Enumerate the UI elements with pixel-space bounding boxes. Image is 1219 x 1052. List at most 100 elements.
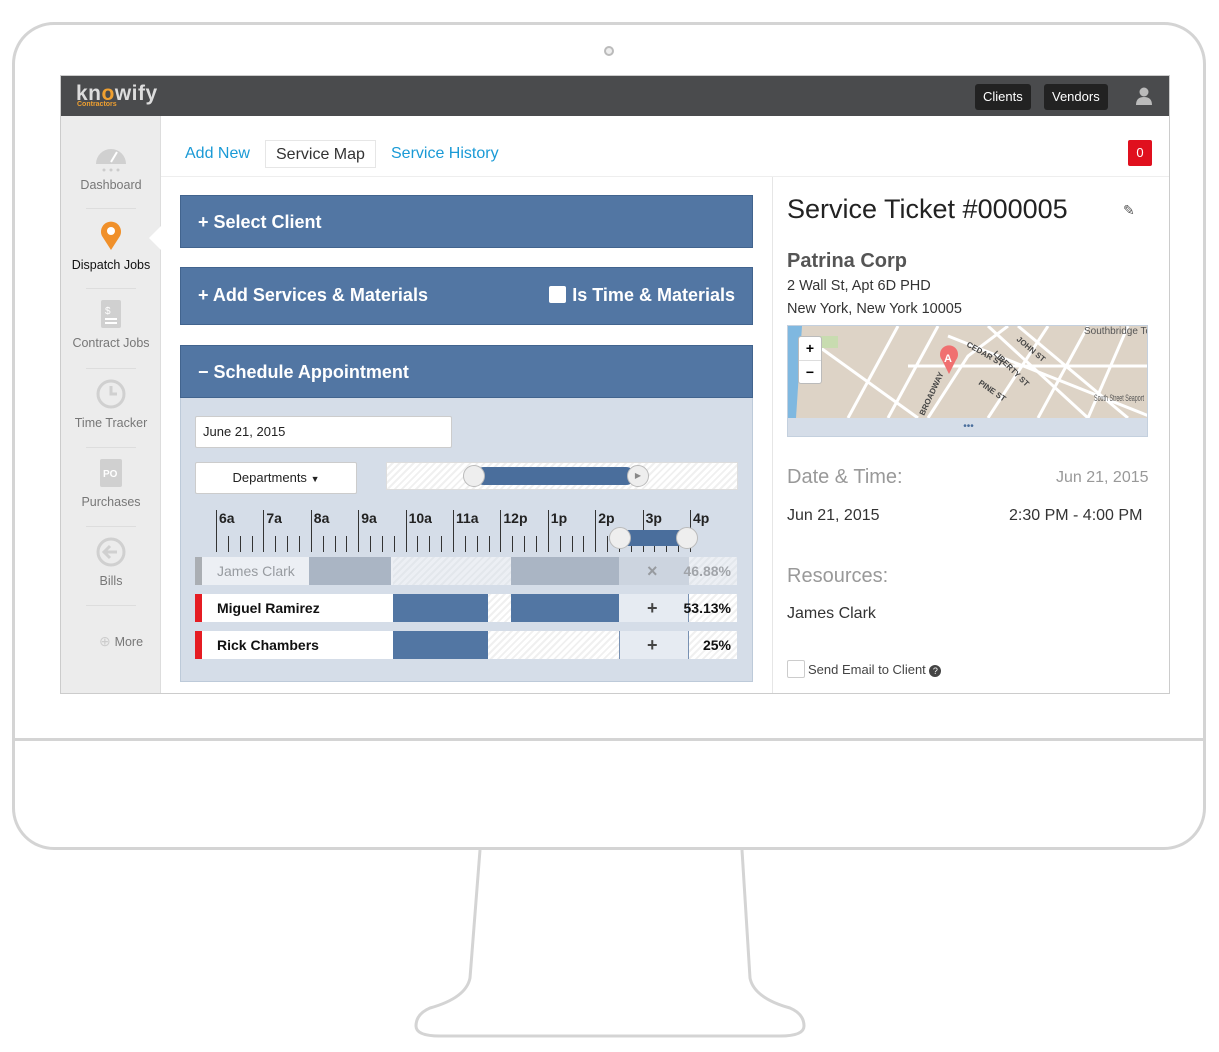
- divider: [86, 605, 136, 606]
- plus-circle-icon: ⊕: [98, 633, 115, 649]
- divider: [86, 288, 136, 289]
- ruler-tick: [595, 510, 597, 552]
- slider-range[interactable]: [475, 467, 635, 485]
- clients-button[interactable]: Clients: [975, 84, 1031, 110]
- sidebar-item-bills[interactable]: Bills: [61, 536, 161, 588]
- sidebar-item-contract-jobs[interactable]: $ Contract Jobs: [61, 298, 161, 350]
- send-email-option[interactable]: Send Email to Client ?: [787, 660, 942, 678]
- ruler-tick: [275, 536, 277, 552]
- address-line-1: 2 Wall St, Apt 6D PHD: [787, 278, 931, 294]
- map-label: Southbridge Towers: [1084, 326, 1148, 337]
- ruler-tick: [346, 536, 348, 552]
- vendors-button[interactable]: Vendors: [1044, 84, 1108, 110]
- sidebar: Dashboard Dispatch Jobs $ Contract Jobs T…: [61, 116, 161, 693]
- zoom-out-button[interactable]: −: [799, 361, 821, 384]
- notification-badge[interactable]: 0: [1128, 140, 1152, 166]
- time-materials-toggle[interactable]: Is Time & Materials: [549, 268, 735, 323]
- hour-label: 4p: [693, 510, 710, 526]
- resource-row-miguel-ramirez[interactable]: Miguel Ramirez + 53.13%: [195, 594, 737, 622]
- tab-add-new[interactable]: Add New: [175, 140, 260, 168]
- app-screen: knowify Contractors Clients Vendors Dash…: [60, 75, 1170, 694]
- service-map[interactable]: CEDAR ST JOHN ST LIBERTY ST PINE ST BROA…: [787, 325, 1148, 437]
- camera-icon: [604, 46, 614, 56]
- departments-dropdown[interactable]: Departments ▼: [195, 462, 357, 494]
- ruler-tick: [547, 510, 549, 552]
- hour-label: 9a: [361, 510, 377, 526]
- appointment-time: 2:30 PM - 4:00 PM: [1009, 507, 1143, 524]
- map-marker-a: A: [944, 353, 952, 365]
- map-tiles: CEDAR ST JOHN ST LIBERTY ST PINE ST BROA…: [788, 326, 1148, 418]
- plus-icon: +: [198, 212, 214, 232]
- hour-label: 11a: [456, 510, 479, 526]
- utilization-percent: 53.13%: [683, 600, 731, 616]
- busy-block: [309, 557, 391, 585]
- remove-icon[interactable]: ×: [647, 557, 658, 585]
- range-overview-slider[interactable]: ▶: [386, 462, 738, 490]
- ruler-tick: [298, 536, 300, 552]
- add-icon[interactable]: +: [647, 631, 658, 659]
- play-icon[interactable]: ▶: [627, 465, 649, 487]
- ruler-tick: [429, 536, 431, 552]
- monitor-chin-line: [14, 738, 1204, 741]
- resources-label: Resources:: [787, 565, 889, 587]
- monitor-stand: [414, 849, 806, 1038]
- range-handle-end[interactable]: [676, 527, 698, 549]
- edit-icon[interactable]: ✎: [1123, 202, 1135, 219]
- ruler-tick: [405, 510, 407, 552]
- sidebar-item-more[interactable]: ⊕ More: [71, 633, 171, 650]
- add-icon[interactable]: +: [647, 594, 658, 622]
- busy-block: [511, 594, 619, 622]
- schedule-panel[interactable]: − Schedule Appointment: [180, 345, 753, 398]
- utilization-percent: 46.88%: [683, 563, 731, 579]
- caret-down-icon: ▼: [310, 474, 320, 484]
- top-header: knowify Contractors Clients Vendors: [61, 76, 1169, 116]
- divider: [86, 447, 136, 448]
- user-icon[interactable]: [1136, 87, 1152, 105]
- busy-block: [511, 557, 619, 585]
- map-pin-icon: [101, 221, 121, 250]
- ruler-tick: [453, 510, 454, 552]
- ruler-tick: [512, 536, 514, 552]
- utilization-percent: 25%: [702, 637, 731, 653]
- ruler-tick: [524, 536, 526, 552]
- help-icon[interactable]: ?: [929, 665, 942, 677]
- resource-row-james-clark[interactable]: James Clark × 46.88%: [195, 557, 737, 585]
- ruler-tick: [464, 536, 466, 552]
- add-services-panel[interactable]: + Add Services & Materials Is Time & Mat…: [180, 267, 753, 325]
- document-dollar-icon: $: [101, 300, 121, 328]
- sidebar-item-time-tracker[interactable]: Time Tracker: [61, 378, 161, 430]
- po-icon: PO: [100, 459, 122, 487]
- ruler-tick: [370, 536, 372, 552]
- map-expand-button[interactable]: •••: [788, 418, 1147, 436]
- appointment-date: Jun 21, 2015: [787, 507, 880, 524]
- sidebar-item-dispatch-jobs[interactable]: Dispatch Jobs: [61, 220, 161, 272]
- sidebar-item-dashboard[interactable]: Dashboard: [61, 140, 161, 192]
- ruler-tick: [583, 536, 585, 552]
- slider-handle-left[interactable]: [463, 465, 485, 487]
- ruler-tick: [334, 536, 336, 552]
- tab-service-history[interactable]: Service History: [381, 140, 509, 168]
- checkbox[interactable]: [787, 660, 805, 678]
- busy-block: [393, 594, 488, 622]
- zoom-in-button[interactable]: +: [799, 337, 821, 361]
- hour-label: 10a: [408, 510, 432, 526]
- address-line-2: New York, New York 10005: [787, 301, 962, 317]
- range-handle-start[interactable]: [609, 527, 631, 549]
- arrow-left-circle-icon: [96, 537, 126, 567]
- checkbox[interactable]: [549, 286, 567, 303]
- ruler-tick: [322, 536, 324, 552]
- ruler-tick: [227, 536, 229, 552]
- resource-row-rick-chambers[interactable]: Rick Chambers + 25%: [195, 631, 737, 659]
- sidebar-item-purchases[interactable]: PO Purchases: [61, 457, 161, 509]
- client-name: Patrina Corp: [787, 250, 908, 272]
- ruler-tick: [251, 536, 253, 552]
- ruler-tick: [488, 536, 490, 552]
- plus-icon: +: [198, 285, 213, 305]
- tab-service-map[interactable]: Service Map: [265, 140, 376, 168]
- date-input[interactable]: June 21, 2015: [195, 416, 452, 448]
- ruler-tick: [571, 536, 573, 552]
- hour-label: 8a: [313, 510, 330, 526]
- select-client-panel[interactable]: + Select Client: [180, 195, 753, 248]
- gauge-icon: [96, 149, 126, 172]
- ruler-tick: [417, 536, 419, 552]
